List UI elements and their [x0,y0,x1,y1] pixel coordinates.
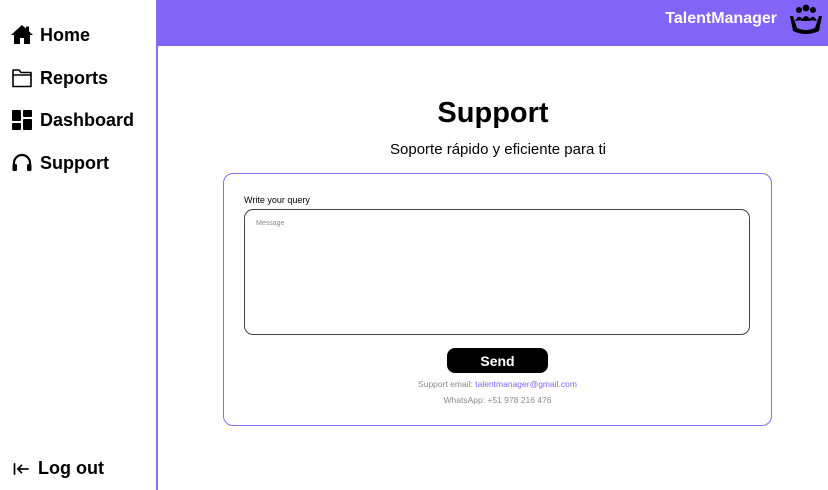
sidebar-item-dashboard[interactable]: Dashboard [10,108,134,132]
sidebar-item-label: Dashboard [40,109,135,130]
query-label: Write your query [244,195,310,205]
sidebar-item-reports[interactable]: Reports [10,66,108,90]
folder-icon [10,66,34,90]
sidebar-item-label: Support [40,152,109,173]
sidebar-item-label: Reports [40,67,109,88]
brand-name: TalentManager [665,10,777,27]
whatsapp-line: WhatsApp: +51 978 216 476 [443,395,552,405]
top-bar: TalentManager [157,0,828,46]
sidebar: Home Reports Dashboard Support Log out [0,0,158,490]
sidebar-item-home[interactable]: Home [10,23,90,47]
logout-icon [12,459,32,479]
home-icon [10,23,34,47]
support-email-link[interactable]: talentmanager@gmail.com [475,379,577,389]
support-email-label: Support email: [418,379,473,389]
message-input[interactable] [244,209,750,335]
page-subtitle: Soporte rápido y eficiente para ti [390,141,606,158]
sidebar-item-label: Home [40,24,91,45]
logout-button[interactable]: Log out [12,458,104,479]
support-email-line: Support email: talentmanager@gmail.com [224,379,771,389]
page-title: Support [437,97,549,129]
team-hands-logo [788,2,824,38]
dashboard-icon [10,108,34,132]
logout-label: Log out [38,458,104,478]
sidebar-item-support[interactable]: Support [10,151,109,175]
support-form-card: Write your query Send Support email: tal… [223,173,772,426]
headset-icon [10,151,34,175]
send-button[interactable]: Send [447,348,548,373]
